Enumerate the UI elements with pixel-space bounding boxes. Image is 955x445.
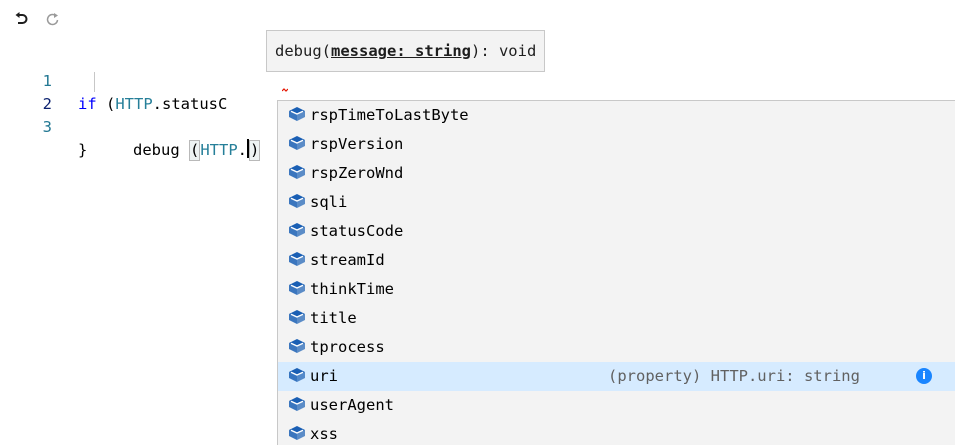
suggestion-item[interactable]: rspTimeToLastByte bbox=[278, 101, 955, 130]
suggestion-label: rspTimeToLastByte bbox=[310, 106, 469, 124]
parameter-hint: debug(message: string): void bbox=[266, 30, 546, 72]
suggestion-detail: (property) HTTP.uri: string bbox=[608, 367, 860, 385]
bracket-match-close: ) bbox=[249, 140, 261, 161]
undo-button[interactable] bbox=[12, 9, 30, 29]
bracket-match-open: ( bbox=[189, 140, 201, 161]
suggestion-label: tprocess bbox=[310, 338, 385, 356]
suggestion-label: uri bbox=[310, 367, 338, 385]
signature-suffix: ): void bbox=[470, 42, 537, 60]
suggestion-item[interactable]: tprocess bbox=[278, 333, 955, 362]
property-icon bbox=[288, 248, 306, 266]
suggestion-list[interactable]: rspTimeToLastByte rspVersion rspZeroWnd sql… bbox=[277, 100, 955, 445]
suggestion-item[interactable]: uri (property) HTTP.uri: string i bbox=[278, 362, 955, 391]
suggestion-label: userAgent bbox=[310, 396, 394, 414]
property-icon bbox=[288, 161, 306, 179]
suggestion-label: rspVersion bbox=[310, 135, 404, 153]
redo-button[interactable] bbox=[44, 9, 62, 29]
property-icon bbox=[288, 219, 306, 237]
property-icon bbox=[288, 277, 306, 295]
suggestion-label: statusCode bbox=[310, 222, 404, 240]
suggestion-item[interactable]: thinkTime bbox=[278, 275, 955, 304]
property-icon bbox=[288, 190, 306, 208]
property-icon bbox=[288, 422, 306, 440]
suggestion-item[interactable]: xss bbox=[278, 420, 955, 445]
code-line[interactable]: 2 debug (HTTP.) bbox=[0, 70, 955, 161]
type-token: HTTP bbox=[200, 141, 238, 159]
brace-token: } bbox=[78, 141, 88, 159]
suggestion-item[interactable]: sqli bbox=[278, 188, 955, 217]
suggestion-label: title bbox=[310, 309, 357, 327]
suggestion-label: rspZeroWnd bbox=[310, 164, 404, 182]
property-icon bbox=[288, 103, 306, 121]
suggestion-item[interactable]: userAgent bbox=[278, 391, 955, 420]
suggestion-item[interactable]: streamId bbox=[278, 246, 955, 275]
info-icon[interactable]: i bbox=[916, 368, 932, 384]
property-icon bbox=[288, 393, 306, 411]
active-parameter: message: string bbox=[331, 42, 471, 60]
suggestion-label: xss bbox=[310, 425, 338, 443]
suggestion-label: sqli bbox=[310, 193, 348, 211]
dot-token: . bbox=[237, 141, 248, 159]
suggestion-label: streamId bbox=[310, 251, 385, 269]
property-icon bbox=[288, 306, 306, 324]
redo-icon bbox=[46, 13, 59, 26]
line-number: 3 bbox=[42, 118, 52, 136]
suggestion-item[interactable]: title bbox=[278, 304, 955, 333]
editor-toolbar bbox=[12, 8, 62, 30]
suggestion-item[interactable]: statusCode bbox=[278, 217, 955, 246]
property-icon bbox=[288, 132, 306, 150]
property-icon bbox=[288, 335, 306, 353]
indent-guide bbox=[94, 72, 95, 92]
signature-prefix: debug( bbox=[275, 42, 331, 60]
suggestion-item[interactable]: rspVersion bbox=[278, 130, 955, 159]
suggestion-label: thinkTime bbox=[310, 280, 394, 298]
property-icon bbox=[288, 364, 306, 382]
error-squiggle bbox=[282, 88, 288, 92]
line-code: } bbox=[78, 139, 87, 162]
undo-icon bbox=[15, 12, 28, 24]
suggestion-item[interactable]: rspZeroWnd bbox=[278, 159, 955, 188]
identifier-token: debug bbox=[133, 141, 189, 159]
line-code: debug (HTTP.) bbox=[133, 139, 261, 162]
